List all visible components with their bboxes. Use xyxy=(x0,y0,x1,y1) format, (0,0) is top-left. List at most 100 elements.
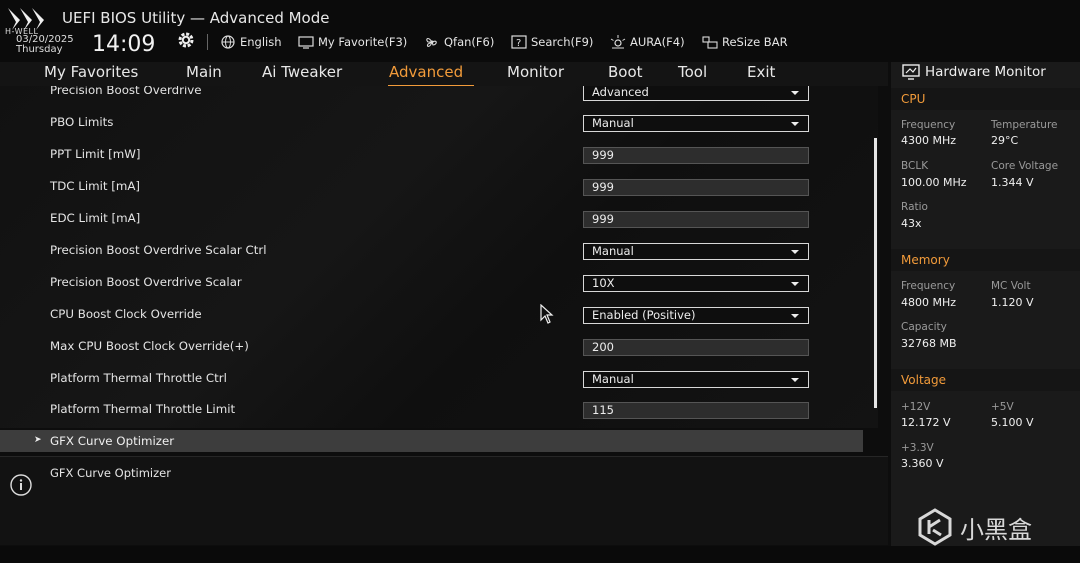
setting-value: Enabled (Positive) xyxy=(592,308,696,322)
resize-bar-label: ReSize BAR xyxy=(722,35,788,49)
mouse-cursor-icon xyxy=(540,304,554,324)
setting-input[interactable]: 999 xyxy=(583,211,809,228)
chevron-down-icon xyxy=(791,314,799,318)
setting-label: CPU Boost Clock Override xyxy=(50,307,202,321)
setting-value: Manual xyxy=(592,244,634,258)
cpu-frequency-label: Frequency xyxy=(901,119,956,131)
tab-exit[interactable]: Exit xyxy=(747,63,775,81)
search-button[interactable]: ? Search(F9) xyxy=(511,35,593,49)
app-title: UEFI BIOS Utility — Advanced Mode xyxy=(62,9,330,27)
chevron-down-icon xyxy=(791,122,799,126)
tab-ai-tweaker[interactable]: Ai Tweaker xyxy=(262,63,342,81)
svg-text:?: ? xyxy=(516,38,521,49)
setting-label: TDC Limit [mA] xyxy=(50,179,141,193)
memory-frequency-value: 4800 MHz xyxy=(901,296,957,309)
qfan-button[interactable]: Qfan(F6) xyxy=(424,35,494,49)
ratio-label: Ratio xyxy=(901,201,928,213)
setting-label: PBO Limits xyxy=(50,115,114,129)
hardware-monitor-title: Hardware Monitor xyxy=(902,64,1046,80)
setting-value: 10X xyxy=(592,276,615,290)
setting-input[interactable]: 115 xyxy=(583,402,809,419)
capacity-label: Capacity xyxy=(901,321,947,333)
aura-light-icon xyxy=(610,35,626,49)
tab-main[interactable]: Main xyxy=(186,63,222,81)
clock-display: 14:09 xyxy=(92,32,156,57)
v33-label: +3.3V xyxy=(901,442,934,454)
setting-label: Precision Boost Overdrive Scalar xyxy=(50,275,242,289)
setting-label: Precision Boost Overdrive xyxy=(50,86,202,97)
v12-value: 12.172 V xyxy=(901,416,951,429)
v5-value: 5.100 V xyxy=(991,416,1034,429)
setting-dropdown[interactable]: 10X xyxy=(583,275,809,292)
core-voltage-value: 1.344 V xyxy=(991,176,1034,189)
chevron-down-icon xyxy=(791,282,799,286)
bclk-label: BCLK xyxy=(901,160,929,172)
tab-monitor[interactable]: Monitor xyxy=(507,63,564,81)
globe-icon xyxy=(221,35,235,49)
setting-dropdown[interactable]: Advanced xyxy=(583,86,809,101)
info-icon xyxy=(10,474,32,496)
setting-label: Platform Thermal Throttle Limit xyxy=(50,402,236,416)
fan-icon xyxy=(426,38,437,47)
toolbar-divider xyxy=(207,34,208,50)
setting-value: Advanced xyxy=(592,86,649,99)
setting-dropdown[interactable]: Manual xyxy=(583,115,809,132)
tab-tool[interactable]: Tool xyxy=(678,63,707,81)
selected-submenu-label: GFX Curve Optimizer xyxy=(50,434,175,448)
setting-value: Manual xyxy=(592,372,634,386)
cpu-heading: CPU xyxy=(901,92,926,106)
bclk-value: 100.00 MHz xyxy=(901,176,967,189)
setting-label: Platform Thermal Throttle Ctrl xyxy=(50,371,227,385)
ratio-value: 43x xyxy=(901,217,922,230)
setting-input[interactable]: 200 xyxy=(583,339,809,356)
tab-boot[interactable]: Boot xyxy=(608,63,643,81)
setting-value: Manual xyxy=(592,116,634,130)
tab-advanced[interactable]: Advanced xyxy=(389,63,463,81)
resize-bar-icon xyxy=(702,36,718,49)
memory-heading: Memory xyxy=(901,253,950,267)
settings-panel: Precision Boost Overdrive Advanced PBO L… xyxy=(0,86,878,428)
favorite-monitor-icon xyxy=(298,36,314,49)
setting-dropdown[interactable]: Enabled (Positive) xyxy=(583,307,809,324)
search-help-icon: ? xyxy=(511,35,527,49)
aura-button[interactable]: AURA(F4) xyxy=(610,35,685,49)
setting-label: Max CPU Boost Clock Override(+) xyxy=(50,339,249,353)
setting-input[interactable]: 999 xyxy=(583,179,809,196)
hardware-monitor-label: Hardware Monitor xyxy=(925,64,1046,80)
monitor-icon xyxy=(902,64,920,80)
chevron-down-icon xyxy=(791,250,799,254)
search-label: Search(F9) xyxy=(531,35,594,49)
aura-label: AURA(F4) xyxy=(630,35,685,49)
language-label: English xyxy=(240,35,282,49)
mc-volt-label: MC Volt xyxy=(991,280,1031,292)
my-favorite-button[interactable]: My Favorite(F3) xyxy=(298,35,407,49)
v5-label: +5V xyxy=(991,401,1014,413)
v33-value: 3.360 V xyxy=(901,457,944,470)
tab-my-favorites[interactable]: My Favorites xyxy=(44,63,138,81)
v12-label: +12V xyxy=(901,401,931,413)
my-favorite-label: My Favorite(F3) xyxy=(318,35,408,49)
setting-label: PPT Limit [mW] xyxy=(50,147,141,161)
bottom-bar xyxy=(0,546,1080,563)
day-display: Thursday xyxy=(16,44,63,55)
submenu-arrow-icon: ➤ xyxy=(34,435,42,445)
help-description: GFX Curve Optimizer xyxy=(50,466,171,480)
resize-bar-button[interactable]: ReSize BAR xyxy=(702,35,788,49)
setting-label: EDC Limit [mA] xyxy=(50,211,141,225)
qfan-label: Qfan(F6) xyxy=(444,35,495,49)
setting-input[interactable]: 999 xyxy=(583,147,809,164)
core-voltage-label: Core Voltage xyxy=(991,160,1059,172)
cpu-frequency-value: 4300 MHz xyxy=(901,134,957,147)
language-button[interactable]: English xyxy=(220,35,282,49)
setting-dropdown[interactable]: Manual xyxy=(583,243,809,260)
watermark-text: 小黑盒 xyxy=(960,515,1032,544)
gear-icon[interactable] xyxy=(176,30,196,50)
memory-frequency-label: Frequency xyxy=(901,280,956,292)
chevron-down-icon xyxy=(791,378,799,382)
scrollbar-thumb[interactable] xyxy=(874,138,877,408)
watermark-logo-icon xyxy=(918,508,952,546)
setting-dropdown[interactable]: Manual xyxy=(583,371,809,388)
watermark: 小黑盒 xyxy=(916,508,1032,546)
mc-volt-value: 1.120 V xyxy=(991,296,1034,309)
capacity-value: 32768 MB xyxy=(901,337,957,350)
